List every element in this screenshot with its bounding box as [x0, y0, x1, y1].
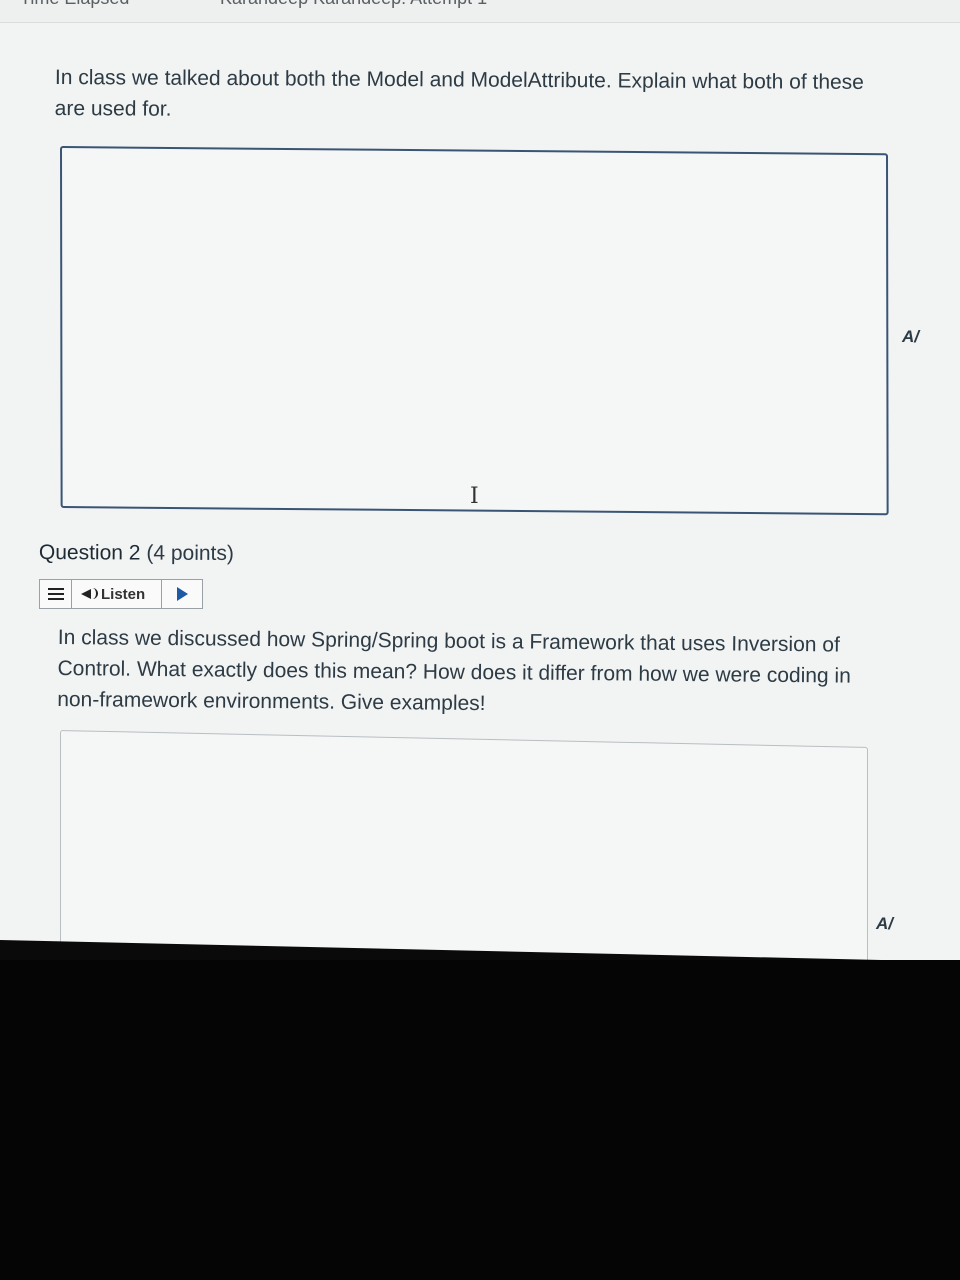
question-2-heading: Question 2 (4 points) [39, 541, 234, 566]
attempt-title-cut: Karandeep Karandeep: Attempt 1 [220, 0, 487, 9]
elapsed-time-cut: Time Elapsed [20, 0, 129, 9]
question-2-label: Question 2 [38, 541, 141, 565]
speaker-icon [81, 587, 98, 601]
monitor-screen: Time Elapsed Karandeep Karandeep: Attemp… [0, 0, 960, 960]
question-2-points: (4 points) [146, 541, 234, 566]
listen-toolbar: Listen [39, 579, 203, 609]
play-icon [176, 587, 188, 601]
listen-menu-button[interactable] [40, 580, 72, 608]
listen-label: Listen [101, 585, 146, 603]
listen-button[interactable]: Listen [72, 580, 162, 608]
spellcheck-icon[interactable]: A/ [902, 327, 919, 347]
hamburger-menu-icon [47, 588, 64, 600]
question-2-prompt: In class we discussed how Spring/Spring … [57, 625, 851, 716]
text-cursor-icon: I [470, 484, 479, 509]
header-strip: Time Elapsed Karandeep Karandeep: Attemp… [0, 0, 960, 23]
spellcheck-icon[interactable]: A/ [876, 914, 893, 934]
question-1-prompt: In class we talked about both the Model … [54, 65, 864, 121]
play-button[interactable] [162, 580, 202, 608]
question-1-answer-box[interactable] [60, 146, 889, 516]
question-2-answer-box[interactable] [60, 730, 868, 960]
